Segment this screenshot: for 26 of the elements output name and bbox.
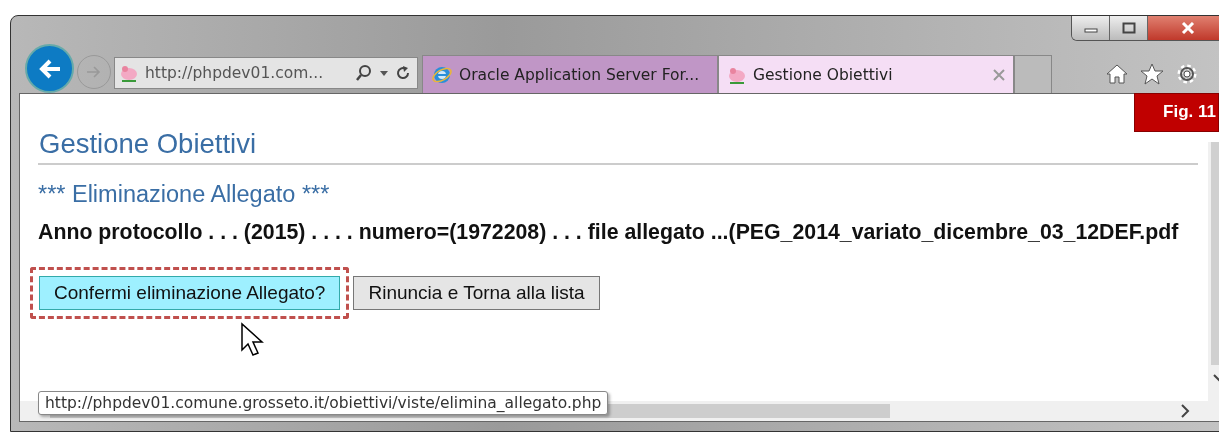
url-text: http://phpdev01.com... [145, 64, 325, 82]
browser-tab[interactable]: Oracle Application Server For... [422, 55, 718, 93]
address-bar[interactable]: http://phpdev01.com... [114, 57, 418, 89]
arrow-left-icon [37, 58, 62, 79]
close-icon [1180, 22, 1195, 34]
star-icon[interactable] [1140, 63, 1164, 85]
scroll-right-icon[interactable] [1180, 404, 1190, 418]
browser-tab[interactable]: Gestione Obiettivi [718, 55, 1014, 93]
page-title: Gestione Obiettivi [38, 128, 258, 160]
figure-label: Fig. 11 [1134, 93, 1219, 132]
minimize-button[interactable] [1072, 16, 1110, 40]
close-button[interactable] [1148, 16, 1219, 40]
status-tooltip: http://phpdev01.comune.grosseto.it/obiettivi/viste/elimina_allegato.php [38, 391, 609, 415]
dropdown-icon[interactable] [379, 69, 389, 77]
maximize-icon [1121, 22, 1136, 34]
arrow-right-icon [86, 65, 102, 79]
cancel-button[interactable]: Rinuncia e Torna alla lista [353, 276, 600, 310]
settings-icon[interactable] [1176, 63, 1198, 85]
refresh-icon[interactable] [395, 65, 411, 81]
home-icon[interactable] [1106, 63, 1128, 85]
search-icon[interactable] [355, 64, 373, 82]
back-button[interactable] [25, 44, 74, 93]
confirm-button[interactable]: Confermi eliminazione Allegato? [39, 276, 341, 310]
section-title: *** Eliminazione Allegato *** [38, 181, 331, 208]
attachment-info: Anno protocollo . . . (2015) . . . . numero=(1972208) . . . file allegato ...(PEG_2014_variato_dicembre_03_12DEF.pdf [38, 220, 1180, 245]
maximize-button[interactable] [1110, 16, 1148, 40]
